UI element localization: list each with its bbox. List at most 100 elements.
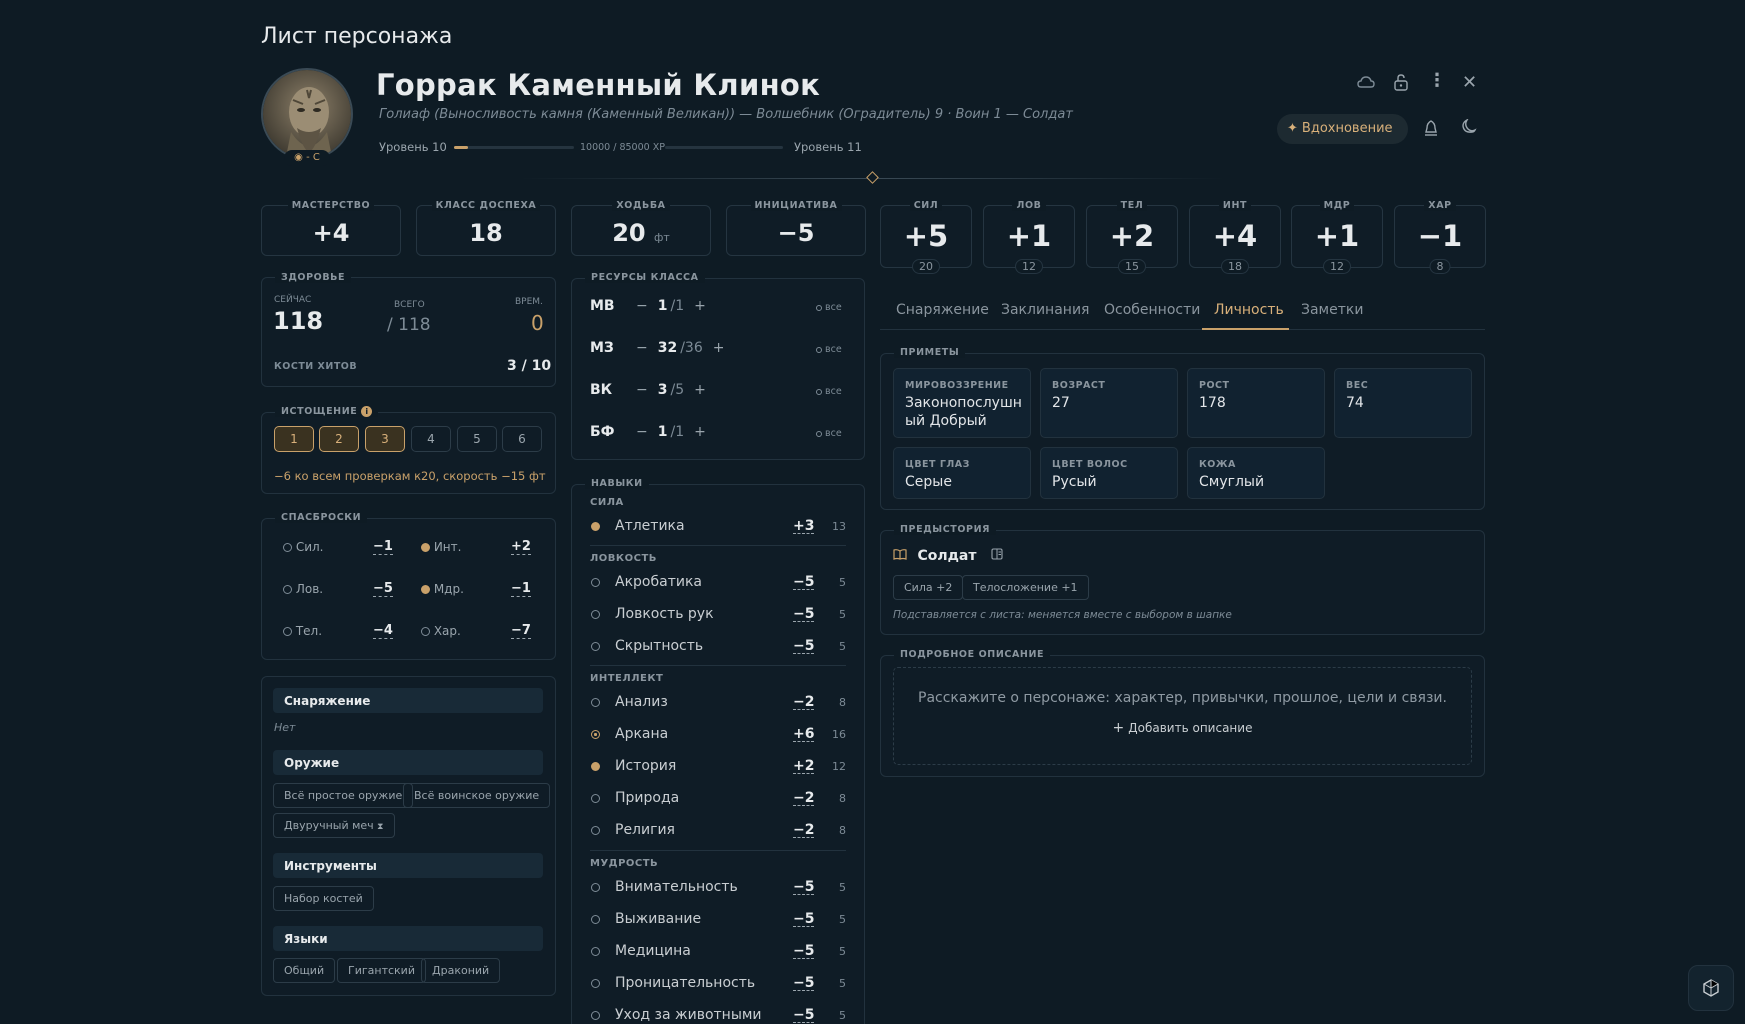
restore-all-button[interactable]: все bbox=[816, 386, 842, 397]
hp-temp[interactable]: 0 bbox=[531, 311, 544, 335]
rest-icon[interactable] bbox=[1423, 119, 1439, 141]
skill-sleight-of-hand[interactable]: Ловкость рук −5 5 bbox=[590, 605, 846, 625]
skill-perception[interactable]: Внимательность −5 5 bbox=[590, 878, 846, 898]
close-icon[interactable]: ✕ bbox=[1462, 72, 1477, 93]
exhaustion-level-3[interactable]: 3 bbox=[365, 426, 405, 452]
increment-button[interactable]: + bbox=[694, 298, 706, 314]
add-description-button[interactable]: + Добавить описание bbox=[893, 720, 1472, 736]
exhaustion-level-4[interactable]: 4 bbox=[411, 426, 451, 452]
skill-nature[interactable]: Природа −2 8 bbox=[590, 789, 846, 809]
ability-wis[interactable]: МДР +1 12 bbox=[1291, 200, 1383, 274]
exhaustion-level-6[interactable]: 6 bbox=[502, 426, 542, 452]
exhaustion-level-5[interactable]: 5 bbox=[457, 426, 497, 452]
tab-features[interactable]: Особенности bbox=[1104, 302, 1200, 318]
trait-skin[interactable]: КОЖА Смуглый bbox=[1187, 447, 1325, 499]
description-dropzone[interactable] bbox=[893, 667, 1472, 765]
language-chip[interactable]: Общий bbox=[273, 958, 336, 983]
details-icon[interactable] bbox=[991, 548, 1003, 564]
increment-button[interactable]: + bbox=[694, 424, 706, 440]
ability-con[interactable]: ТЕЛ +2 15 bbox=[1086, 200, 1178, 274]
trait-eye-color[interactable]: ЦВЕТ ГЛАЗ Серые bbox=[893, 447, 1031, 499]
resource-current[interactable]: 32 bbox=[658, 340, 677, 356]
save-str[interactable]: Сил. bbox=[283, 540, 324, 554]
save-dex[interactable]: Лов. bbox=[283, 582, 323, 596]
weapon-chip[interactable]: Всё простое оружие bbox=[273, 783, 414, 808]
tab-spells[interactable]: Заклинания bbox=[1001, 302, 1089, 318]
trait-value: 178 bbox=[1199, 395, 1226, 411]
hp-current[interactable]: 118 bbox=[273, 307, 323, 335]
unlock-icon[interactable] bbox=[1393, 73, 1409, 95]
xp-progress-fill bbox=[454, 146, 469, 149]
trait-height[interactable]: РОСТ 178 bbox=[1187, 368, 1325, 438]
active-tab-indicator bbox=[1202, 328, 1289, 330]
resource-current[interactable]: 1 bbox=[658, 424, 668, 440]
resource-current[interactable]: 1 bbox=[658, 298, 668, 314]
save-con[interactable]: Тел. bbox=[283, 624, 322, 638]
increment-button[interactable]: + bbox=[713, 340, 725, 356]
save-wis-value: −1 bbox=[511, 581, 531, 597]
skill-name: Природа bbox=[615, 790, 680, 806]
skill-stealth[interactable]: Скрытность −5 5 bbox=[590, 637, 846, 657]
trait-weight[interactable]: ВЕС 74 bbox=[1334, 368, 1472, 438]
proficiency-dot bbox=[591, 947, 600, 956]
trait-value: Смуглый bbox=[1199, 474, 1265, 490]
save-int[interactable]: Инт. bbox=[421, 540, 461, 554]
ability-cha[interactable]: ХАР −1 8 bbox=[1394, 200, 1486, 274]
portrait-badge[interactable]: ◉ - С bbox=[284, 150, 330, 166]
decrement-button[interactable]: − bbox=[636, 340, 648, 356]
tab-equipment[interactable]: Снаряжение bbox=[896, 302, 989, 318]
skill-passive: 5 bbox=[839, 913, 846, 926]
increment-button[interactable]: + bbox=[694, 382, 706, 398]
ability-str[interactable]: СИЛ +5 20 bbox=[880, 200, 972, 274]
save-wis[interactable]: Мдр. bbox=[421, 582, 464, 596]
decrement-button[interactable]: − bbox=[636, 382, 648, 398]
trait-age[interactable]: ВОЗРАСТ 27 bbox=[1040, 368, 1178, 438]
tab-personality[interactable]: Личность bbox=[1214, 302, 1284, 318]
trait-hair-color[interactable]: ЦВЕТ ВОЛОС Русый bbox=[1040, 447, 1178, 499]
skill-arcana[interactable]: Аркана +6 16 bbox=[590, 725, 846, 745]
skill-insight[interactable]: Проницательность −5 5 bbox=[590, 974, 846, 994]
skill-athletics[interactable]: Атлетика +3 13 bbox=[590, 517, 846, 537]
language-chip[interactable]: Гигантский bbox=[337, 958, 426, 983]
ability-dex[interactable]: ЛОВ +1 12 bbox=[983, 200, 1075, 274]
restore-dot bbox=[816, 346, 822, 353]
resource-max: /5 bbox=[670, 382, 685, 398]
resource-name: МЗ bbox=[590, 340, 614, 356]
weapon-chip[interactable]: Двуручный меч ⧗ bbox=[273, 813, 395, 838]
exhaustion-level-2[interactable]: 2 bbox=[319, 426, 359, 452]
skill-medicine[interactable]: Медицина −5 5 bbox=[590, 942, 846, 962]
skill-history[interactable]: История +2 12 bbox=[590, 757, 846, 777]
language-chip[interactable]: Драконий bbox=[421, 958, 501, 983]
skill-survival[interactable]: Выживание −5 5 bbox=[590, 910, 846, 930]
trait-alignment[interactable]: МИРОВОЗЗРЕНИЕ Законопослушн ый Добрый bbox=[893, 368, 1031, 438]
hit-dice-value[interactable]: 3 / 10 bbox=[507, 358, 551, 374]
save-cha[interactable]: Хар. bbox=[421, 624, 461, 638]
restore-all-button[interactable]: все bbox=[816, 428, 842, 439]
stat-value: 20 фт bbox=[572, 219, 710, 247]
tool-chip[interactable]: Набор костей bbox=[273, 886, 374, 911]
decrement-button[interactable]: − bbox=[636, 424, 648, 440]
skill-animal-handling[interactable]: Уход за животными −5 5 bbox=[590, 1006, 846, 1024]
exhaustion-level-1[interactable]: 1 bbox=[274, 426, 314, 452]
moon-icon[interactable] bbox=[1460, 118, 1477, 140]
decrement-button[interactable]: − bbox=[636, 298, 648, 314]
skills-title: НАВЫКИ bbox=[585, 478, 649, 489]
resource-current[interactable]: 3 bbox=[658, 382, 668, 398]
restore-all-button[interactable]: все bbox=[816, 302, 842, 313]
ability-int[interactable]: ИНТ +4 18 bbox=[1189, 200, 1281, 274]
speed-unit: фт bbox=[653, 231, 670, 244]
inspiration-button[interactable]: ✦ Вдохновение bbox=[1277, 114, 1408, 144]
dice-button[interactable] bbox=[1688, 965, 1734, 1011]
avatar[interactable] bbox=[261, 68, 353, 160]
cloud-sync-icon[interactable] bbox=[1357, 75, 1375, 95]
more-vertical-icon[interactable]: ⋮ bbox=[1428, 72, 1446, 90]
weapon-chip[interactable]: Всё воинское оружие bbox=[403, 783, 551, 808]
info-icon[interactable]: i bbox=[361, 406, 373, 417]
skill-investigation[interactable]: Анализ −2 8 bbox=[590, 693, 846, 713]
skill-acrobatics[interactable]: Акробатика −5 5 bbox=[590, 573, 846, 593]
stat-proficiency: МАСТЕРСТВО +4 bbox=[261, 200, 401, 256]
tab-notes[interactable]: Заметки bbox=[1301, 302, 1363, 318]
restore-all-button[interactable]: все bbox=[816, 344, 842, 355]
skill-mod: −2 bbox=[793, 694, 815, 710]
skill-religion[interactable]: Религия −2 8 bbox=[590, 821, 846, 841]
